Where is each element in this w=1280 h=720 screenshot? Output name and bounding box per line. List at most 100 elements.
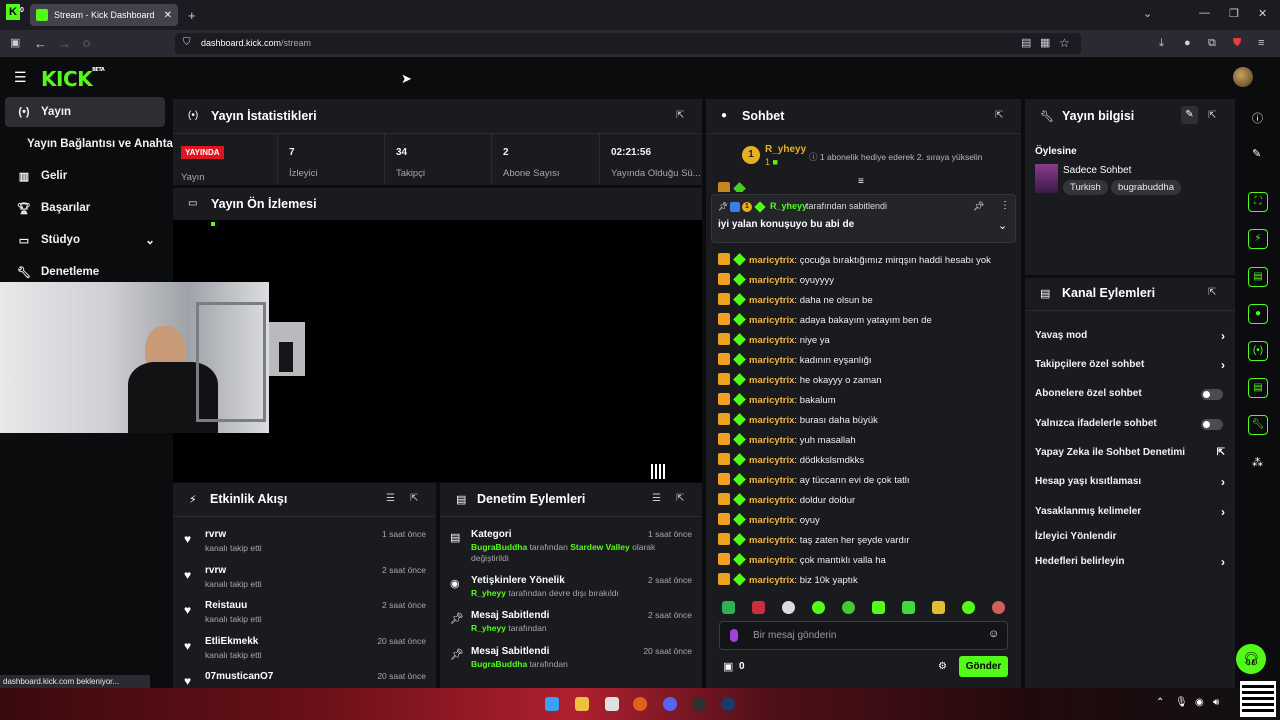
user-avatar[interactable] <box>1233 67 1253 87</box>
chat-bubble-icon[interactable]: ● <box>1248 304 1268 324</box>
gift-box-icon[interactable]: ▣ <box>723 660 733 673</box>
add-widget-icon[interactable]: ⁂ <box>1252 456 1263 469</box>
action-banned-words[interactable]: Yasaklanmış kelimeler › <box>1035 502 1225 522</box>
tag-chip[interactable]: Turkish <box>1063 180 1108 195</box>
action-slow-mode[interactable]: Yavaş mod › <box>1035 326 1225 346</box>
chat-username[interactable]: maricytrix <box>749 515 794 526</box>
action-emotes-only[interactable]: Yalnızca ifadelerle sohbet <box>1035 414 1225 434</box>
microphone-icon[interactable] <box>730 629 738 642</box>
back-arrow-icon[interactable]: ← <box>34 37 47 50</box>
expand-chevron-icon[interactable]: ⌄ <box>998 219 1007 232</box>
emoji-icon[interactable]: ☺ <box>988 628 999 640</box>
chat-username[interactable]: maricytrix <box>749 335 794 346</box>
downloads-icon[interactable]: ⤓ <box>1159 38 1164 49</box>
nav-item-stream-key[interactable]: Yayın Bağlantısı ve Anahtarı <box>5 129 181 159</box>
chat-username[interactable]: maricytrix <box>749 535 794 546</box>
activity-user[interactable]: Reistauu <box>205 600 247 611</box>
activity-user[interactable]: EtliEkmekk <box>205 636 258 647</box>
discord-icon[interactable] <box>663 697 677 711</box>
lightning-icon[interactable]: ⚡︎ <box>1248 229 1268 249</box>
windows-start-icon[interactable] <box>545 697 559 711</box>
emote-3[interactable] <box>782 601 795 614</box>
microphone-tray-icon[interactable]: 🎙︎ <box>1175 697 1188 708</box>
action-subscribers-only[interactable]: Abonelere özel sohbet <box>1035 384 1225 404</box>
send-button[interactable]: Gönder <box>959 656 1008 677</box>
emote-4[interactable] <box>812 601 825 614</box>
emote-8[interactable] <box>932 601 945 614</box>
action-followers-only[interactable]: Takipçilere özel sohbet › <box>1035 355 1225 375</box>
wrench-icon[interactable]: 🔧︎ <box>1248 415 1268 435</box>
kick-extension-icon[interactable]: K0 <box>6 4 24 20</box>
chat-username[interactable]: maricytrix <box>749 555 794 566</box>
emote-9[interactable] <box>962 601 975 614</box>
nav-item-studyo[interactable]: ▭ Stüdyo ⌄ <box>5 225 165 255</box>
tab-close-icon[interactable]: ✕ <box>164 10 172 21</box>
filter-icon[interactable]: ☰ <box>386 493 395 504</box>
new-tab-icon[interactable]: + <box>188 9 196 22</box>
forward-arrow-icon[interactable]: → <box>58 37 71 50</box>
nav-item-basarilar[interactable]: 🏆︎ Başarılar <box>5 193 165 223</box>
chat-username[interactable]: maricytrix <box>749 355 794 366</box>
chat-username[interactable]: maricytrix <box>749 575 794 586</box>
kick-logo[interactable]: KICKBETA <box>41 67 105 91</box>
action-ai-moderation[interactable]: Yapay Zeka ile Sohbet Denetimi ⇱ <box>1035 443 1225 463</box>
toggle-switch[interactable] <box>1201 419 1223 430</box>
chat-username[interactable]: maricytrix <box>749 375 794 386</box>
info-icon[interactable]: ⓘ <box>1252 110 1263 126</box>
minimize-icon[interactable]: — <box>1199 8 1210 19</box>
file-explorer-icon[interactable] <box>575 697 589 711</box>
gifter-name[interactable]: R_yheyy <box>765 144 806 155</box>
ublock-icon[interactable]: ⛊ <box>1233 38 1241 49</box>
extensions-icon[interactable]: ⧉ <box>1208 38 1216 49</box>
action-goals[interactable]: Hedefleri belirleyin › <box>1035 552 1225 572</box>
mod-actor[interactable]: R_yheyy <box>471 623 506 633</box>
obs-icon[interactable] <box>692 697 706 711</box>
edit-pencil-icon[interactable]: ✎ <box>1252 147 1261 160</box>
category-name[interactable]: Sadece Sohbet <box>1063 165 1131 176</box>
chat-username[interactable]: maricytrix <box>749 255 794 266</box>
emote-1[interactable] <box>722 601 735 614</box>
settings-gear-icon[interactable]: ⚙ <box>938 661 947 672</box>
chat-username[interactable]: maricytrix <box>749 455 794 466</box>
steam-icon[interactable] <box>721 697 735 711</box>
sidebar-icon[interactable]: ▣ <box>10 38 20 49</box>
category-thumbnail[interactable] <box>1035 164 1058 193</box>
loading-spinner-icon[interactable]: ◌ <box>83 37 90 49</box>
action-raid[interactable]: İzleyici Yönlendir <box>1035 527 1225 547</box>
account-icon[interactable]: ● <box>1184 38 1191 49</box>
edit-pencil-icon[interactable]: ✎ <box>1181 106 1198 124</box>
browser-tab-active[interactable]: Stream - Kick Dashboard ✕ <box>30 4 178 26</box>
screenshot-icon[interactable]: ▤ <box>1021 38 1031 49</box>
hamburger-menu-icon[interactable]: ☰ <box>14 70 27 84</box>
chat-username[interactable]: maricytrix <box>749 295 794 306</box>
nav-item-yayin[interactable]: (•) Yayın <box>5 97 165 127</box>
chat-username[interactable]: maricytrix <box>749 315 794 326</box>
chat-username[interactable]: maricytrix <box>749 415 794 426</box>
popout-icon[interactable]: ⇱ <box>1208 110 1216 121</box>
tag-chip[interactable]: bugrabuddha <box>1111 180 1181 195</box>
popout-icon[interactable]: ⇱ <box>410 493 418 504</box>
mod-actor[interactable]: BugraBuddha <box>471 542 527 552</box>
tray-chevron-icon[interactable]: ⌃ <box>1156 697 1164 708</box>
popout-icon[interactable]: ⇱ <box>1208 287 1216 298</box>
popout-icon[interactable]: ⇱ <box>676 110 684 121</box>
broadcast-icon[interactable]: (•) <box>1248 341 1268 361</box>
url-bar[interactable]: ⛉ dashboard.kick.com/stream ▤ ▦ ☆ <box>175 33 1081 54</box>
menu-icon[interactable]: ≡ <box>1258 38 1264 49</box>
reader-view-icon[interactable]: ▦ <box>1040 38 1050 49</box>
emote-2[interactable] <box>752 601 765 614</box>
activity-user[interactable]: rvrw <box>205 529 226 540</box>
chat-username[interactable]: maricytrix <box>749 495 794 506</box>
unpin-icon[interactable]: 📌︎ <box>973 201 984 212</box>
emote-5[interactable] <box>842 601 855 614</box>
firefox-icon[interactable] <box>633 697 647 711</box>
mod-actor[interactable]: BugraBuddha <box>471 659 527 669</box>
popout-icon[interactable]: ⇱ <box>676 493 684 504</box>
tab-list-chevron-icon[interactable]: ⌄ <box>1143 9 1152 20</box>
emote-10[interactable] <box>992 601 1005 614</box>
screen-capture-icon[interactable]: ⛶ <box>1248 192 1268 212</box>
toggle-switch[interactable] <box>1201 389 1223 400</box>
channel-icon[interactable]: ▤ <box>1248 378 1268 398</box>
chat-username[interactable]: maricytrix <box>749 275 794 286</box>
pinned-by[interactable]: R_yheyy <box>770 201 807 211</box>
